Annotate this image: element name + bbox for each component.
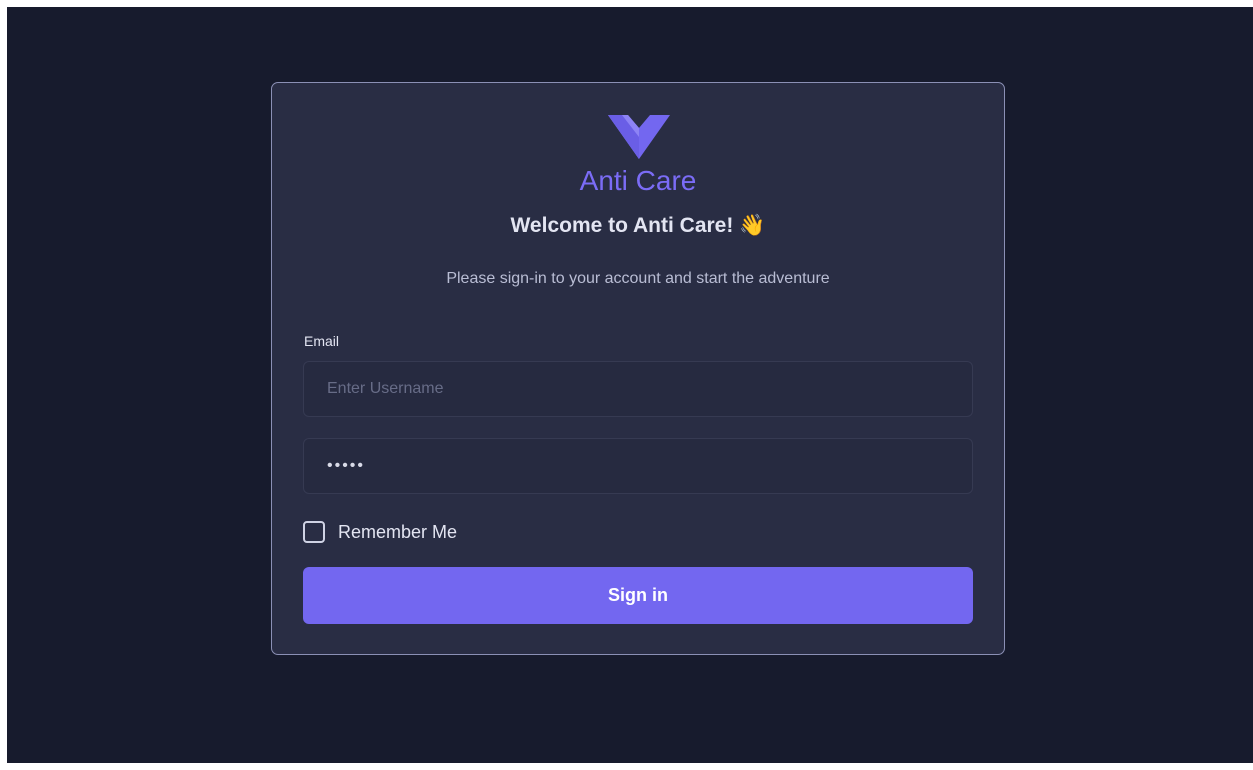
wave-icon: 👋: [739, 213, 766, 237]
welcome-text: Welcome to Anti Care!: [510, 214, 734, 237]
heart-chevron-logo-icon: [608, 115, 670, 159]
login-card: Anti Care Welcome to Anti Care! 👋 Please …: [271, 82, 1005, 655]
checkbox-box[interactable]: [303, 521, 325, 543]
brand-name: Anti Care: [579, 165, 697, 196]
email-field[interactable]: [303, 361, 973, 417]
remember-me-checkbox[interactable]: Remember Me: [303, 518, 457, 546]
welcome-heading: Welcome to Anti Care! 👋: [272, 211, 1004, 240]
sign-in-button[interactable]: Sign in: [303, 567, 973, 624]
email-label: Email: [304, 333, 340, 349]
welcome-subtitle: Please sign-in to your account and start…: [446, 270, 830, 287]
remember-me-label: Remember Me: [338, 521, 458, 542]
password-field[interactable]: [303, 438, 973, 494]
page-background: Anti Care Welcome to Anti Care! 👋 Please …: [7, 7, 1253, 763]
